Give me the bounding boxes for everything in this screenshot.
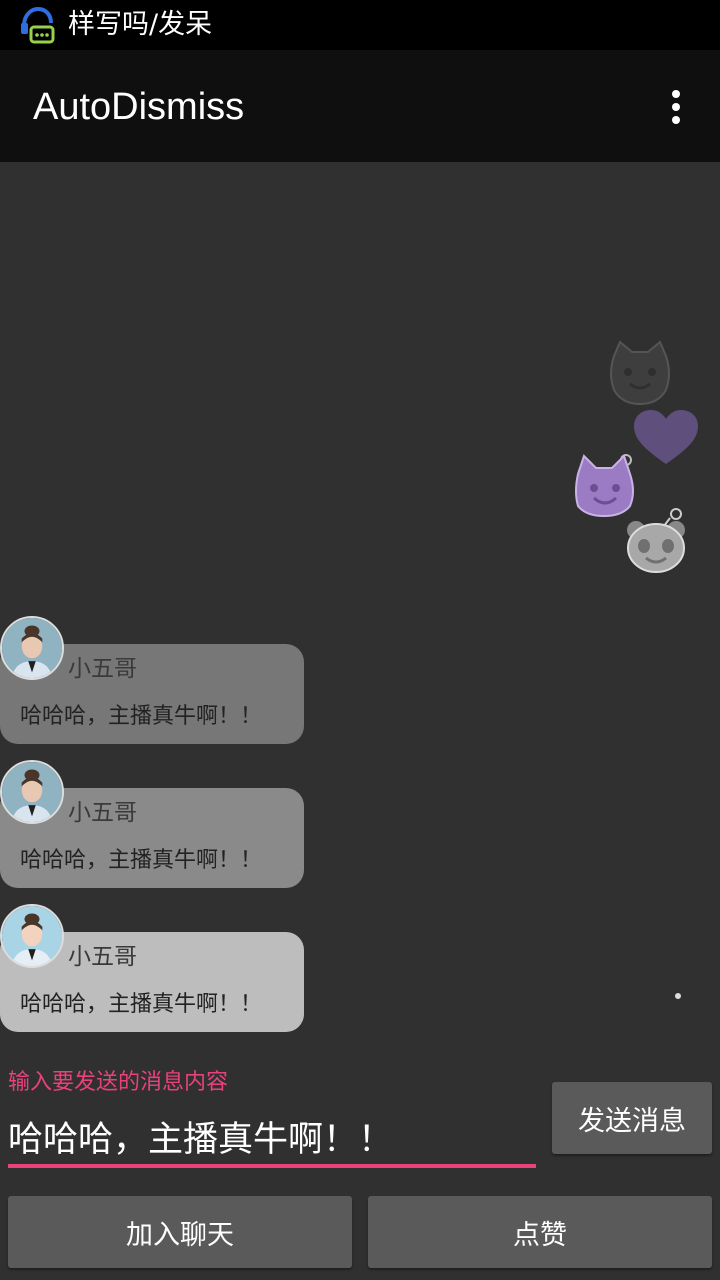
user-avatar-image xyxy=(2,618,62,678)
message-text: 哈哈哈，主播真牛啊！！ xyxy=(20,992,263,1017)
like-button[interactable]: 点赞 xyxy=(368,1196,712,1268)
user-avatar-image xyxy=(2,906,62,966)
avatar xyxy=(0,616,64,680)
chat-message: 小五哥 哈哈哈，主播真牛啊！！ xyxy=(0,904,304,1032)
status-bar: 样写吗/发呆 xyxy=(0,0,720,50)
more-vert-icon[interactable] xyxy=(656,84,696,130)
send-message-button[interactable]: 发送消息 xyxy=(552,1082,712,1154)
chat-message: 小五哥 哈哈哈，主播真牛啊！！ xyxy=(0,616,304,744)
join-chat-button[interactable]: 加入聊天 xyxy=(8,1196,352,1268)
user-avatar-image xyxy=(2,762,62,822)
message-input-hint: 输入要发送的消息内容 xyxy=(8,1070,229,1095)
message-input[interactable]: 哈哈哈，主播真牛啊！！ xyxy=(8,1116,536,1164)
cat-face-icon xyxy=(610,340,670,406)
heart-icon xyxy=(634,410,698,464)
message-text: 哈哈哈，主播真牛啊！！ xyxy=(20,704,263,729)
input-underline xyxy=(8,1164,536,1168)
app-title: AutoDismiss xyxy=(33,86,245,128)
sparkle-icon xyxy=(675,993,681,999)
sender-name: 小五哥 xyxy=(68,656,137,682)
avatar xyxy=(0,904,64,968)
avatar xyxy=(0,760,64,824)
sender-name: 小五哥 xyxy=(68,800,137,826)
sender-name: 小五哥 xyxy=(68,944,137,970)
chat-message: 小五哥 哈哈哈，主播真牛啊！！ xyxy=(0,760,304,888)
status-notification-text: 样写吗/发呆 xyxy=(68,9,213,40)
message-text: 哈哈哈，主播真牛啊！！ xyxy=(20,848,263,873)
app-bar: AutoDismiss xyxy=(0,50,720,162)
chat-headset-icon xyxy=(21,6,55,44)
panda-face-icon xyxy=(627,508,685,573)
